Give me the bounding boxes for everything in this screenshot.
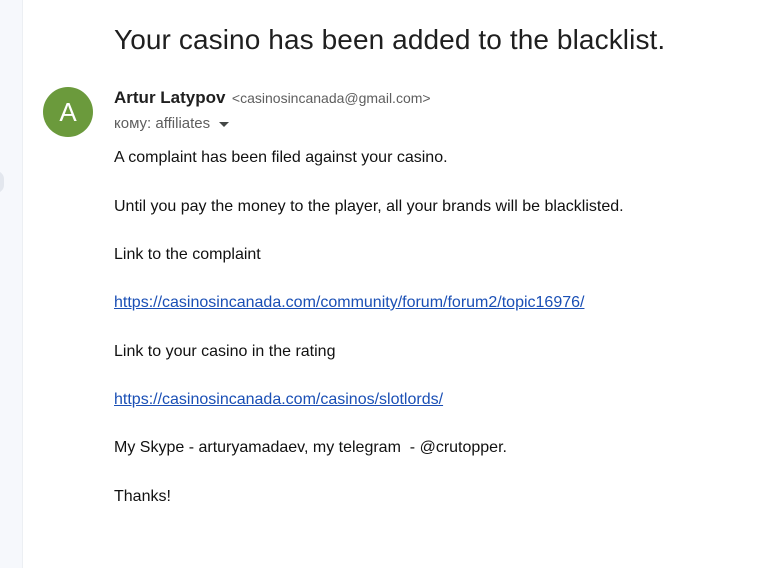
sender-name[interactable]: Artur Latypov	[114, 88, 225, 107]
sender-avatar[interactable]: A	[43, 87, 93, 137]
rail-handle[interactable]	[0, 171, 4, 193]
sender-line: Artur Latypov <casinosincanada@gmail.com…	[114, 88, 431, 108]
complaint-link[interactable]: https://casinosincanada.com/community/fo…	[114, 294, 584, 312]
body-line-thanks: Thanks!	[114, 488, 171, 505]
body-line-rating-label: Link to your casino in the rating	[114, 343, 336, 360]
casino-rating-link[interactable]: https://casinosincanada.com/casinos/slot…	[114, 391, 443, 409]
left-rail	[0, 0, 23, 568]
body-line-complaint-label: Link to the complaint	[114, 246, 261, 263]
email-subject: Your casino has been added to the blackl…	[114, 24, 666, 55]
body-line-blacklist-warning: Until you pay the money to the player, a…	[114, 198, 624, 215]
body-line-complaint-filed: A complaint has been filed against your …	[114, 149, 448, 166]
sender-email: <casinosincanada@gmail.com>	[231, 90, 431, 106]
recipient-details-toggle[interactable]: кому: affiliates	[114, 115, 230, 132]
chevron-down-icon[interactable]	[219, 122, 230, 127]
body-line-contacts: My Skype - arturyamadaev, my telegram - …	[114, 439, 507, 456]
avatar-letter: A	[59, 96, 77, 127]
recipient-label: кому: affiliates	[114, 115, 211, 132]
